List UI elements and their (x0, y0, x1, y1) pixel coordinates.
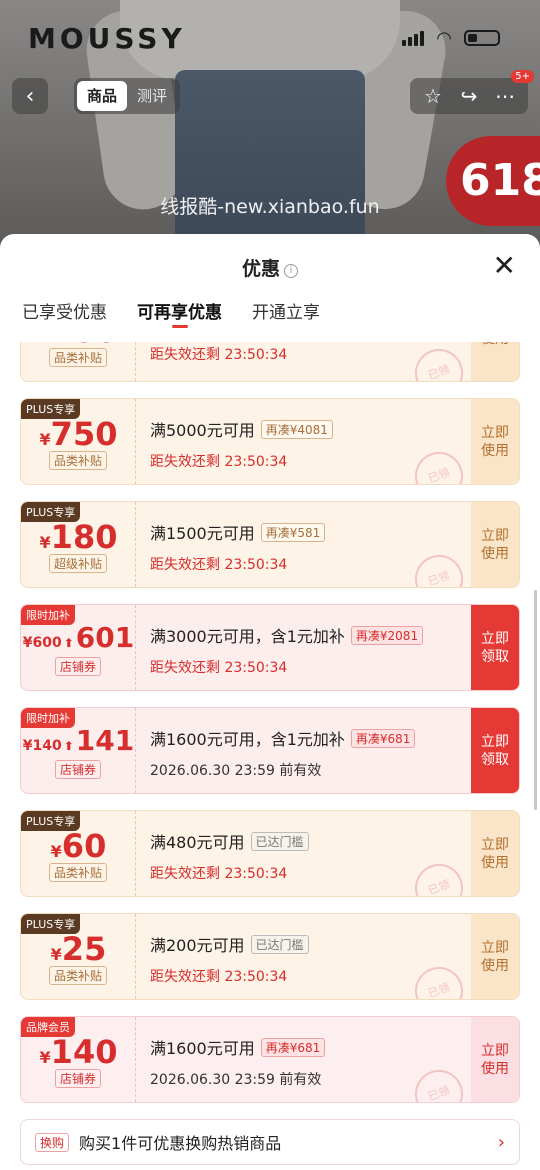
coupon-left: PLUS专享 ¥180 超级补贴 (21, 502, 136, 587)
status-icons: ◠ (402, 28, 500, 49)
coupon-amount: ¥25 (50, 930, 107, 968)
coupon-details: 距失效还剩 23:50:34 已领 (136, 342, 471, 381)
chevron-left-icon: ‹ (25, 83, 35, 109)
coupon-type: 品类补贴 (48, 451, 108, 470)
product-tabs: 商品 测评 (74, 78, 181, 114)
coupon-validity: 距失效还剩 23:50:34 (150, 660, 288, 676)
nav-actions: ☆ ↪ ⋯ 5+ (410, 70, 534, 114)
coupon-condition: 满1600元可用 再凑¥681 (150, 1035, 471, 1059)
coupon-amount: ¥600 ⬆601 (22, 621, 135, 654)
coupon-type: 超级补贴 (48, 554, 108, 573)
coupon-details: 满1500元可用 再凑¥581 距失效还剩 23:50:34 已领 (136, 502, 471, 587)
coupon-condition: 满200元可用 已达门槛 (150, 932, 471, 956)
coupon-type: 店铺券 (54, 1069, 102, 1088)
coupon-action-button[interactable]: 立即领取 (471, 605, 519, 690)
coupon-card[interactable]: 品牌会员 ¥140 店铺券 满1600元可用 再凑¥681 2026.06.30 23:5… (20, 1016, 520, 1103)
tab-review[interactable]: 测评 (127, 81, 177, 111)
coupon-details: 满1600元可用 再凑¥681 2026.06.30 23:59 前有效 已领 (136, 1017, 471, 1102)
info-icon[interactable]: i (284, 264, 298, 278)
watermark-text: 线报酷-new.xianbao.fun (160, 196, 380, 218)
coupon-details: 满1600元可用，含1元加补 再凑¥681 2026.06.30 23:59 前有效 (136, 708, 471, 793)
tab-enjoyed[interactable]: 已享受优惠 (22, 296, 107, 342)
coupon-card[interactable]: ¥100品类补贴距失效还剩 23:50:34已领使用 (20, 342, 520, 382)
back-button[interactable]: ‹ (12, 78, 48, 114)
coupon-type: 品类补贴 (48, 863, 108, 882)
arrow-up-icon: ⬆ (63, 739, 74, 753)
coupon-card[interactable]: PLUS专享 ¥60 品类补贴 满480元可用 已达门槛 距失效还剩 23:50:34 已领… (20, 810, 520, 897)
share-icon[interactable]: ↪ (458, 84, 480, 108)
coupon-condition: 满480元可用 已达门槛 (150, 829, 471, 853)
swap-tag: 换购 (35, 1132, 70, 1152)
tab-more-discounts[interactable]: 可再享优惠 (137, 296, 222, 342)
coupon-chip: 再凑¥681 (260, 1038, 326, 1057)
coupon-details: 满3000元可用，含1元加补 再凑¥2081 距失效还剩 23:50:34 (136, 605, 471, 690)
tab-product[interactable]: 商品 (77, 81, 128, 111)
coupon-amount: ¥750 (39, 415, 118, 453)
coupon-type: 品类补贴 (48, 966, 108, 985)
coupon-condition: 满1600元可用，含1元加补 再凑¥681 (150, 726, 471, 750)
coupon-details: 满480元可用 已达门槛 距失效还剩 23:50:34 已领 (136, 811, 471, 896)
coupon-left: PLUS专享 ¥60 品类补贴 (21, 811, 136, 896)
coupon-details: 满5000元可用 再凑¥4081 距失效还剩 23:50:34 已领 (136, 399, 471, 484)
notification-badge: 5+ (511, 70, 534, 83)
coupon-left: 品牌会员 ¥140 店铺券 (21, 1017, 136, 1102)
tab-activate[interactable]: 开通立享 (252, 296, 320, 342)
coupon-card[interactable]: PLUS专享 ¥25 品类补贴 满200元可用 已达门槛 距失效还剩 23:50:34 已领… (20, 913, 520, 1000)
chevron-right-icon: › (497, 1131, 505, 1153)
status-bar: MOUSSY ◠ (28, 18, 500, 58)
coupon-amount: ¥180 (39, 518, 118, 556)
coupon-condition: 满1500元可用 再凑¥581 (150, 520, 471, 544)
discount-tabs: 已享受优惠 可再享优惠 开通立享 (0, 296, 540, 342)
coupon-left: ¥100品类补贴 (21, 342, 136, 381)
coupon-action-button[interactable]: 立即领取 (471, 708, 519, 793)
coupon-chip: 已达门槛 (250, 832, 309, 851)
coupon-card[interactable]: PLUS专享 ¥750 品类补贴 满5000元可用 再凑¥4081 距失效还剩 23:50… (20, 398, 520, 485)
coupon-left: 限时加补 ¥140 ⬆141 店铺券 (21, 708, 136, 793)
coupon-validity: 2026.06.30 23:59 前有效 (150, 763, 322, 779)
coupon-list[interactable]: ¥100品类补贴距失效还剩 23:50:34已领使用 PLUS专享¥750品类补贴… (0, 342, 540, 1170)
coupon-type: 店铺券 (54, 657, 102, 676)
favorite-star-icon[interactable]: ☆ (422, 84, 444, 108)
coupon-condition: 满5000元可用 再凑¥4081 (150, 417, 471, 441)
coupon-card[interactable]: PLUS专享 ¥180 超级补贴 满1500元可用 再凑¥581 距失效还剩 23:50:… (20, 501, 520, 588)
coupon-chip: 再凑¥4081 (260, 420, 333, 439)
brand-logo: MOUSSY (28, 21, 186, 55)
coupon-action-button[interactable]: 立即使用 (471, 399, 519, 484)
coupon-type: 店铺券 (54, 760, 102, 779)
coupon-amount: ¥140 (39, 1033, 118, 1071)
coupon-left: 限时加补 ¥600 ⬆601 店铺券 (21, 605, 136, 690)
top-nav: ‹ 商品 测评 ☆ ↪ ⋯ 5+ (12, 70, 534, 114)
coupon-condition: 满3000元可用，含1元加补 再凑¥2081 (150, 623, 471, 647)
close-icon[interactable]: ✕ (493, 252, 516, 280)
product-image: MOUSSY ◠ ‹ 商品 测评 ☆ ↪ ⋯ 5+ 618 线报酷-new.xi… (0, 0, 540, 250)
swap-text: 购买1件可优惠换购热销商品 (79, 1134, 282, 1153)
coupon-chip: 再凑¥2081 (350, 626, 424, 645)
more-icon[interactable]: ⋯ (494, 84, 516, 108)
coupon-left: PLUS专享 ¥750 品类补贴 (21, 399, 136, 484)
sheet-title: 优惠 i (0, 254, 540, 281)
arrow-up-icon: ⬆ (63, 636, 74, 650)
coupon-left: PLUS专享 ¥25 品类补贴 (21, 914, 136, 999)
coupon-card[interactable]: 限时加补 ¥140 ⬆141 店铺券 满1600元可用，含1元加补 再凑¥681 2026.… (20, 707, 520, 794)
coupon-chip: 已达门槛 (250, 935, 309, 954)
coupon-chip: 再凑¥581 (260, 523, 326, 542)
coupon-type: 品类补贴 (48, 348, 108, 367)
coupon-amount: ¥60 (50, 827, 107, 865)
coupon-action-button[interactable]: 立即使用 (471, 914, 519, 999)
sheet-header: 优惠 i ✕ (0, 234, 540, 296)
coupon-card[interactable]: 限时加补 ¥600 ⬆601 店铺券 满3000元可用，含1元加补 再凑¥2081 距失效还… (20, 604, 520, 691)
coupon-amount: ¥140 ⬆141 (22, 724, 135, 757)
signal-icon (402, 30, 425, 46)
discount-sheet: 优惠i ✕ 已享受优惠 可再享优惠 开通立享 ¥100品类补贴距失效还剩 23:… (0, 234, 540, 1170)
coupon-details: 满200元可用 已达门槛 距失效还剩 23:50:34 已领 (136, 914, 471, 999)
coupon-chip: 再凑¥681 (350, 729, 416, 748)
coupon-action-button[interactable]: 立即使用 (471, 502, 519, 587)
coupon-action-button[interactable]: 立即使用 (471, 811, 519, 896)
battery-icon (464, 30, 500, 46)
scrollbar[interactable] (534, 590, 537, 810)
swap-offer[interactable]: 换购 购买1件可优惠换购热销商品 › (20, 1119, 520, 1165)
coupon-action-button[interactable]: 使用 (471, 342, 519, 381)
wifi-icon: ◠ (436, 27, 452, 49)
coupon-action-button[interactable]: 立即使用 (471, 1017, 519, 1102)
